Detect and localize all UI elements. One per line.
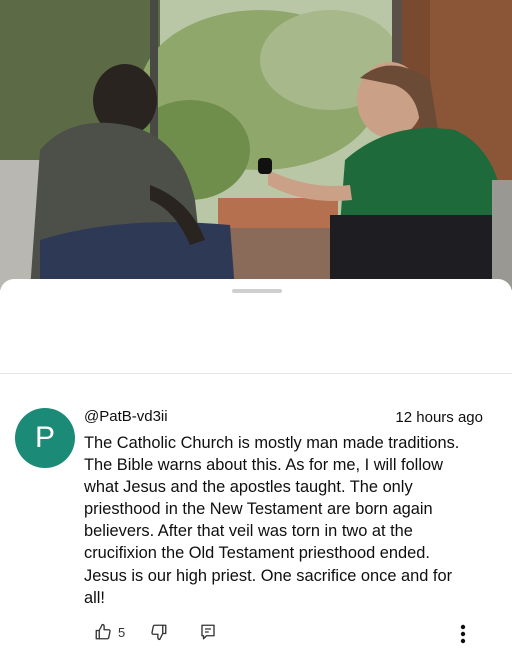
thumbs-down-icon	[150, 623, 168, 641]
divider	[0, 373, 512, 374]
video-player[interactable]	[0, 0, 512, 290]
reply-button[interactable]	[199, 623, 217, 641]
comment-actions: 5	[0, 623, 512, 651]
more-options-button[interactable]	[455, 623, 471, 645]
comment-sheet: P @PatB-vd3ii 12 hours ago The Catholic …	[0, 279, 512, 661]
video-frame	[0, 0, 512, 290]
comment-text: The Catholic Church is mostly man made t…	[84, 434, 460, 607]
thumbs-up-icon	[94, 623, 112, 641]
like-count: 5	[118, 624, 126, 640]
avatar[interactable]: P	[15, 408, 75, 468]
dislike-button[interactable]	[150, 623, 168, 641]
like-button[interactable]: 5	[94, 623, 125, 641]
reply-icon	[199, 623, 217, 641]
drag-handle[interactable]	[232, 289, 282, 293]
more-vertical-icon	[455, 623, 471, 645]
comment-author[interactable]: @PatB-vd3ii	[84, 408, 168, 425]
comment-time: 12 hours ago	[395, 409, 483, 426]
